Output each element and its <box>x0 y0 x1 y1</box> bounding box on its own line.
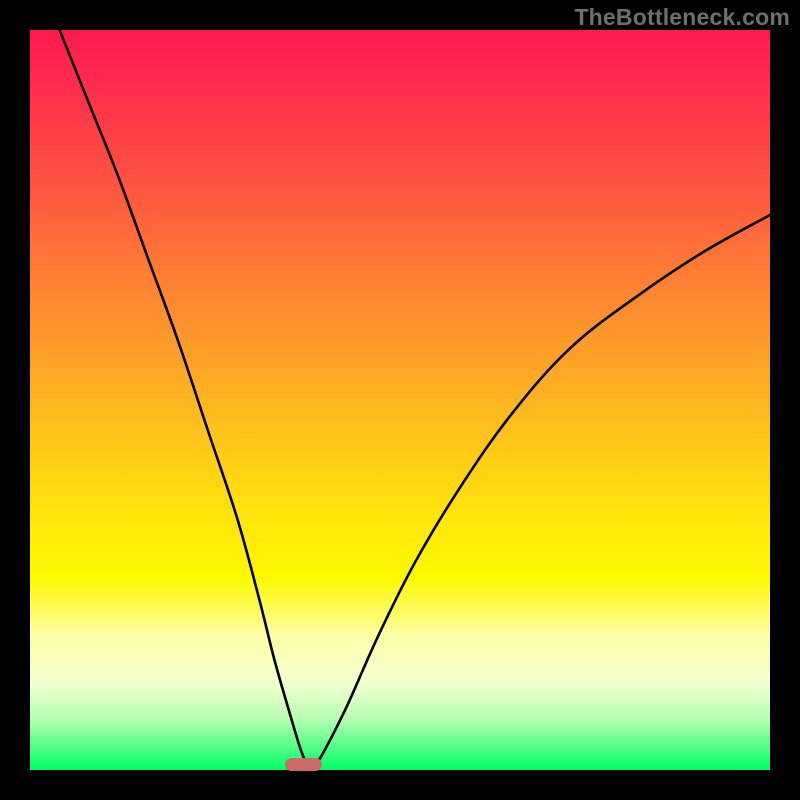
plot-area <box>30 30 770 770</box>
chart-frame: TheBottleneck.com <box>0 0 800 800</box>
optimal-marker <box>285 758 322 771</box>
watermark-text: TheBottleneck.com <box>574 4 790 31</box>
curve-left-branch <box>60 30 308 766</box>
bottleneck-curve <box>30 30 770 770</box>
curve-right-branch <box>315 215 770 766</box>
